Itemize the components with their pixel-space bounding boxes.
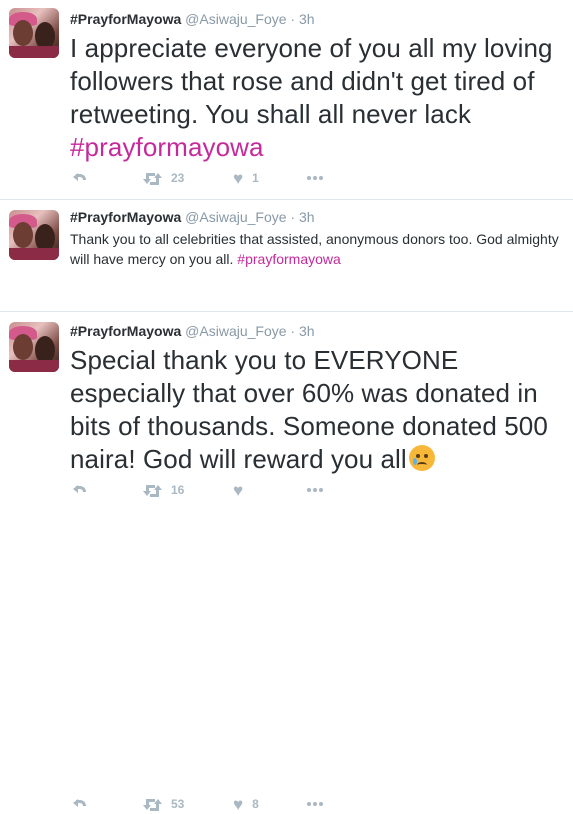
tweet-actions: 23 ♥ 1 [70, 168, 350, 188]
tweet-header: #PrayforMayowa @Asiwaju_Foye · 3h [70, 208, 565, 226]
retweet-count: 53 [171, 797, 185, 811]
like-count: 8 [252, 797, 259, 811]
separator-dot: · [290, 11, 296, 27]
heart-icon: ♥ [233, 794, 244, 814]
retweet-icon [143, 172, 162, 185]
tweet-timestamp[interactable]: 3h [299, 11, 315, 27]
hashtag-link[interactable]: #prayformayowa [70, 132, 264, 162]
tweet-text: I appreciate everyone of you all my lovi… [70, 32, 565, 164]
tweet-actions: 53 ♥ 8 [70, 794, 350, 814]
tweet-content: #PrayforMayowa @Asiwaju_Foye · 3h Thank … [70, 208, 565, 269]
avatar[interactable] [9, 210, 59, 260]
more-dots-icon [307, 802, 323, 806]
heart-icon: ♥ [233, 168, 244, 188]
author-username[interactable]: @Asiwaju_Foye [185, 11, 286, 27]
author-fullname[interactable]: #PrayforMayowa [70, 323, 181, 339]
tweet-text-body: I appreciate everyone of you all my lovi… [70, 33, 553, 129]
more-button[interactable] [307, 168, 323, 188]
tweet-timestamp[interactable]: 3h [299, 323, 315, 339]
tweet-header: #PrayforMayowa @Asiwaju_Foye · 3h [70, 322, 565, 340]
tweet-text: Thank you to all celebrities that assist… [70, 229, 565, 269]
avatar[interactable] [9, 8, 59, 58]
separator-dot: · [290, 209, 296, 225]
tweet-text-body: Special thank you to EVERYONE especially… [70, 345, 548, 474]
crying-face-emoji-icon [408, 445, 435, 471]
tweet-timeline: #PrayforMayowa @Asiwaju_Foye · 3h I appr… [0, 0, 573, 813]
author-fullname[interactable]: #PrayforMayowa [70, 209, 181, 225]
retweet-button[interactable]: 23 [143, 168, 184, 188]
reply-icon [73, 172, 87, 184]
reply-button[interactable] [73, 168, 87, 188]
author-username[interactable]: @Asiwaju_Foye [185, 209, 286, 225]
hashtag-link[interactable]: #prayformayowa [237, 251, 341, 267]
more-dots-icon [307, 176, 323, 180]
reply-button[interactable] [73, 794, 87, 814]
retweet-icon [143, 798, 162, 811]
avatar[interactable] [9, 322, 59, 372]
tweet-item[interactable]: #PrayforMayowa @Asiwaju_Foye · 3h Specia… [0, 312, 573, 813]
tweet-text: Special thank you to EVERYONE especially… [70, 344, 565, 476]
retweet-count: 23 [171, 171, 185, 185]
tweet-header: #PrayforMayowa @Asiwaju_Foye · 3h [70, 10, 565, 28]
tweet-item[interactable]: #PrayforMayowa @Asiwaju_Foye · 3h Thank … [0, 200, 573, 499]
author-username[interactable]: @Asiwaju_Foye [185, 323, 286, 339]
reply-icon [73, 798, 87, 810]
author-fullname[interactable]: #PrayforMayowa [70, 11, 181, 27]
like-button[interactable]: ♥ 8 [233, 794, 259, 814]
more-button[interactable] [307, 794, 323, 814]
tweet-timestamp[interactable]: 3h [299, 209, 315, 225]
tweet-content: #PrayforMayowa @Asiwaju_Foye · 3h I appr… [70, 10, 565, 164]
like-button[interactable]: ♥ 1 [233, 168, 259, 188]
tweet-content: #PrayforMayowa @Asiwaju_Foye · 3h Specia… [70, 322, 565, 476]
retweet-button[interactable]: 53 [143, 794, 184, 814]
separator-dot: · [290, 323, 296, 339]
tweet-item[interactable]: #PrayforMayowa @Asiwaju_Foye · 3h I appr… [0, 0, 573, 200]
like-count: 1 [252, 171, 259, 185]
